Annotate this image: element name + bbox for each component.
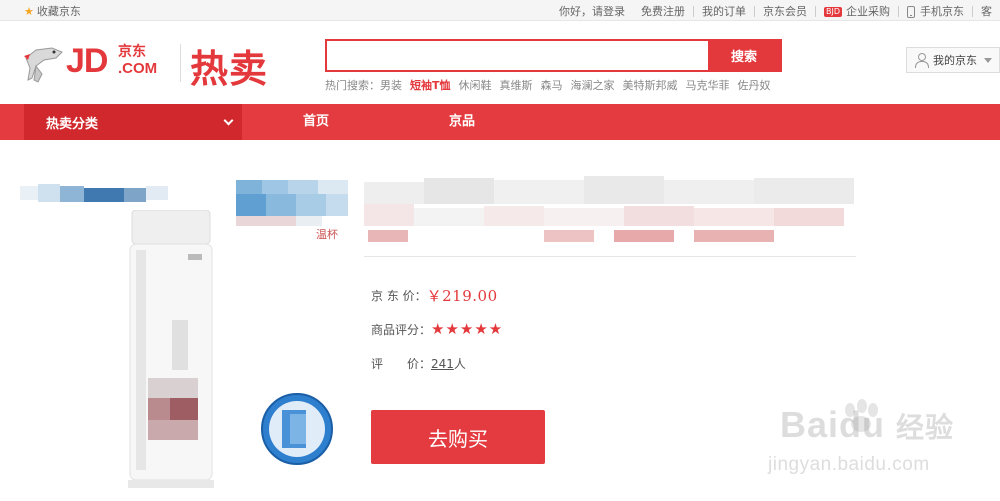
nav-item-home[interactable]: 首页: [303, 104, 329, 140]
rating-label: 商品评分：: [371, 322, 432, 337]
title-divider: [364, 256, 856, 257]
hot-search-label: 热门搜索：男装: [325, 79, 402, 92]
product-image[interactable]: [128, 210, 214, 488]
phone-icon: [907, 6, 915, 18]
chevron-down-icon: [984, 57, 992, 63]
hot-term[interactable]: 森马: [541, 77, 563, 93]
logo-cn-text: 京东: [118, 44, 146, 60]
search-input[interactable]: [327, 41, 708, 70]
enterprise-label: 企业采购: [846, 5, 890, 18]
my-jd-dropdown[interactable]: 我的京东: [906, 47, 1000, 73]
main-nav: 热卖分类 首页 京品: [0, 104, 1000, 140]
jd-logo[interactable]: JD 京东 .COM: [22, 38, 177, 88]
review-row: 评 价： 241 人: [371, 355, 466, 372]
jd-dog-logo-icon: [24, 47, 63, 83]
search-bar: 搜索: [325, 39, 782, 72]
nav-item-jingpin[interactable]: 京品: [449, 104, 475, 140]
brand-logo-blurred: [20, 184, 168, 202]
product-thumbnail[interactable]: 温杯: [236, 180, 348, 242]
favorite-link[interactable]: ★ 收藏京东: [24, 3, 81, 19]
hot-term[interactable]: 休闲鞋: [459, 77, 492, 93]
category-label: 热卖分类: [46, 116, 99, 132]
price-value: ￥219.00: [426, 287, 498, 305]
login-link[interactable]: 你好，请登录: [551, 3, 633, 19]
hot-term[interactable]: 海澜之家: [571, 77, 615, 93]
rating-stars-icon: ★★★★★: [431, 320, 504, 338]
review-unit: 人: [453, 357, 466, 371]
hot-term[interactable]: 真维斯: [500, 77, 533, 93]
star-icon: ★: [24, 4, 34, 18]
chevron-down-icon: [223, 115, 234, 126]
hot-term[interactable]: 美特斯邦威: [623, 77, 678, 93]
logo-divider: [180, 44, 181, 82]
hot-term[interactable]: 短袖T恤: [410, 77, 451, 93]
product-badge-image: [261, 393, 333, 465]
channel-title: 热卖: [190, 47, 269, 91]
watermark-url: jingyan.baidu.com: [768, 454, 930, 475]
search-button[interactable]: 搜索: [708, 41, 780, 70]
category-menu[interactable]: 热卖分类: [24, 104, 242, 140]
my-orders-link[interactable]: 我的订单: [694, 3, 754, 19]
top-utility-bar: ★ 收藏京东 你好，请登录 免费注册 我的订单 京东会员 BJD 企业采购 手机京…: [0, 0, 1000, 21]
product-title-blurred: [364, 176, 854, 242]
mobile-jd-link[interactable]: 手机京东: [899, 3, 972, 19]
hot-term[interactable]: 马克华菲: [686, 77, 730, 93]
favorite-label: 收藏京东: [36, 5, 81, 18]
hot-term[interactable]: 男装: [380, 79, 402, 92]
mobile-jd-label: 手机京东: [920, 5, 964, 18]
bjd-icon: BJD: [823, 7, 842, 17]
logo-jd-text: JD: [66, 42, 108, 80]
user-icon: [914, 53, 929, 68]
review-label: 评 价：: [371, 357, 432, 371]
hot-term[interactable]: 佐丹奴: [738, 77, 771, 93]
buy-button[interactable]: 去购买: [371, 410, 545, 464]
logo-com-text: .COM: [118, 60, 158, 77]
my-jd-label: 我的京东: [933, 54, 977, 67]
register-link[interactable]: 免费注册: [633, 3, 693, 19]
review-count-link[interactable]: 241: [431, 357, 454, 371]
top-links: 你好，请登录 免费注册 我的订单 京东会员 BJD 企业采购 手机京东 客: [551, 3, 1000, 19]
customer-service-link[interactable]: 客: [973, 3, 1000, 19]
enterprise-link[interactable]: BJD 企业采购: [816, 3, 898, 19]
thumb-caption: 温杯: [316, 227, 338, 241]
hot-search-list: 热门搜索：男装 短袖T恤 休闲鞋 真维斯 森马 海澜之家 美特斯邦威 马克华菲 …: [325, 77, 771, 93]
price-row: 京 东 价： ￥219.00: [371, 285, 498, 306]
price-label: 京 东 价：: [371, 289, 427, 303]
jd-member-link[interactable]: 京东会员: [755, 3, 815, 19]
rating-row: 商品评分： ★★★★★: [371, 320, 503, 338]
baidu-jingyan-watermark: Baidu 经验: [780, 404, 955, 445]
